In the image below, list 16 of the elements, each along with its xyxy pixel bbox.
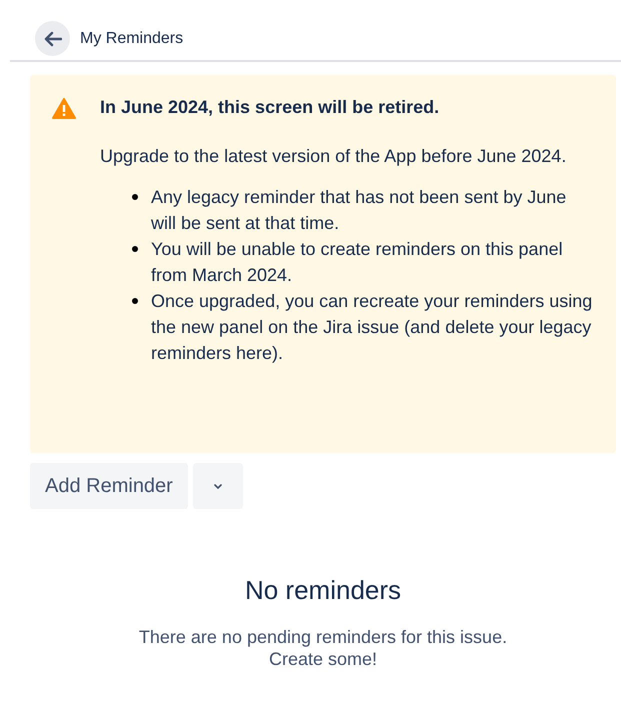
bullet-icon [132,246,138,252]
bullet-icon [132,194,138,200]
empty-state-message: There are no pending reminders for this issue. Create some! [138,626,508,670]
add-reminder-button[interactable]: Add Reminder [30,463,188,509]
banner-title: In June 2024, this screen will be retired. [100,96,440,118]
banner-message: Upgrade to the latest version of the App before June 2024. [100,145,568,168]
warning-icon [52,98,76,119]
bullet-text: Once upgraded, you can recreate your reminders using the new panel on the Jira issue (and delete your legacy reminders here). [151,290,594,365]
chevron-down-icon [214,484,222,488]
bullet-text: Any legacy reminder that has not been sent by June will be sent at that time. [151,186,568,235]
bullet-icon [132,298,138,304]
back-button[interactable] [35,21,70,56]
page-title: My Reminders [80,28,184,48]
bullet-text: You will be unable to create reminders on this panel from March 2024. [151,238,564,287]
back-arrow-icon [44,30,62,46]
empty-state-title: No reminders [244,574,402,607]
